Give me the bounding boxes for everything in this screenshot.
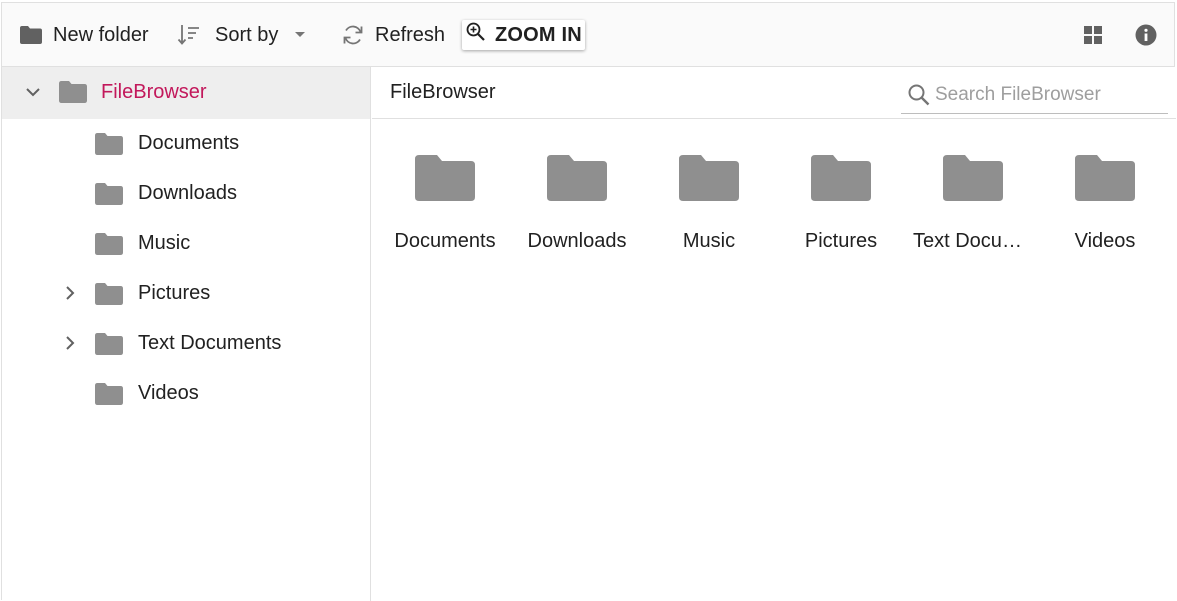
chevron-right-icon[interactable] xyxy=(62,284,78,307)
toolbar: New folder Sort by Refresh ZOOM IN xyxy=(2,3,1174,67)
folder-icon xyxy=(95,283,123,310)
file-item-downloads[interactable]: Downloads xyxy=(517,153,637,263)
folder-icon xyxy=(59,81,87,108)
tree-item-music[interactable]: Music xyxy=(2,219,370,269)
tree-item-label: Documents xyxy=(138,132,240,154)
folder-icon xyxy=(811,155,871,206)
folder-icon xyxy=(943,155,1003,206)
refresh-label: Refresh xyxy=(375,23,446,46)
new-folder-label: New folder xyxy=(53,23,149,46)
search-box xyxy=(901,77,1168,114)
grid-view-icon[interactable] xyxy=(1083,25,1103,45)
navigation-pane: FileBrowser Documents Downloads Music Pi… xyxy=(2,67,371,601)
tree-item-downloads[interactable]: Downloads xyxy=(2,169,370,219)
sort-by-button[interactable]: Sort by xyxy=(177,19,306,51)
file-item-name: Downloads xyxy=(527,230,627,252)
folder-icon xyxy=(95,233,123,260)
file-item-videos[interactable]: Videos xyxy=(1045,153,1165,263)
folder-icon xyxy=(1075,155,1135,206)
address-bar: FileBrowser xyxy=(372,67,1176,119)
info-icon[interactable] xyxy=(1135,24,1157,46)
tree-item-pictures[interactable]: Pictures xyxy=(2,269,370,319)
tree-item-documents[interactable]: Documents xyxy=(2,119,370,169)
breadcrumb[interactable]: FileBrowser xyxy=(390,81,496,104)
refresh-icon xyxy=(341,23,365,47)
folder-icon xyxy=(95,333,123,360)
file-item-name: Pictures xyxy=(804,230,878,252)
zoom-in-label: ZOOM IN xyxy=(495,23,582,46)
chevron-right-icon[interactable] xyxy=(62,334,78,357)
file-item-music[interactable]: Music xyxy=(649,153,769,263)
sort-by-label: Sort by xyxy=(215,23,279,46)
search-icon xyxy=(907,83,931,112)
tree-item-videos[interactable]: Videos xyxy=(2,369,370,419)
file-item-documents[interactable]: Documents xyxy=(385,153,505,263)
tree-item-label: FileBrowser xyxy=(101,81,207,103)
file-item-name: Videos xyxy=(1074,230,1136,252)
file-manager: New folder Sort by Refresh ZOOM IN FileB… xyxy=(1,2,1176,601)
tree-item-text-documents[interactable]: Text Documents xyxy=(2,319,370,369)
folder-icon xyxy=(20,26,42,44)
caret-down-icon xyxy=(294,31,306,39)
folder-icon xyxy=(95,383,123,410)
new-folder-button[interactable]: New folder xyxy=(20,19,149,51)
zoom-in-button[interactable]: ZOOM IN xyxy=(462,20,585,50)
search-input[interactable] xyxy=(935,80,1163,110)
refresh-button[interactable]: Refresh xyxy=(341,19,445,51)
folder-icon xyxy=(95,133,123,160)
content-pane: FileBrowser Documents Downloads xyxy=(372,67,1176,601)
folder-icon xyxy=(95,183,123,210)
file-item-text-documents[interactable]: Text Documents xyxy=(913,153,1033,263)
folder-icon xyxy=(679,155,739,206)
tree-item-label: Music xyxy=(138,232,191,254)
tree-item-filebrowser[interactable]: FileBrowser xyxy=(2,67,370,119)
file-item-name: Music xyxy=(682,230,736,252)
folder-icon xyxy=(415,155,475,206)
chevron-down-icon[interactable] xyxy=(24,83,42,106)
file-item-pictures[interactable]: Pictures xyxy=(781,153,901,263)
tree-item-label: Videos xyxy=(138,382,199,404)
zoom-in-icon xyxy=(466,22,486,48)
file-item-name: Documents xyxy=(394,230,496,252)
sort-icon xyxy=(177,24,201,46)
tree-item-label: Pictures xyxy=(138,282,211,304)
tree-item-label: Text Documents xyxy=(138,332,282,354)
folder-icon xyxy=(547,155,607,206)
file-item-name: Text Documents xyxy=(913,230,1033,252)
tree-item-label: Downloads xyxy=(138,182,237,204)
